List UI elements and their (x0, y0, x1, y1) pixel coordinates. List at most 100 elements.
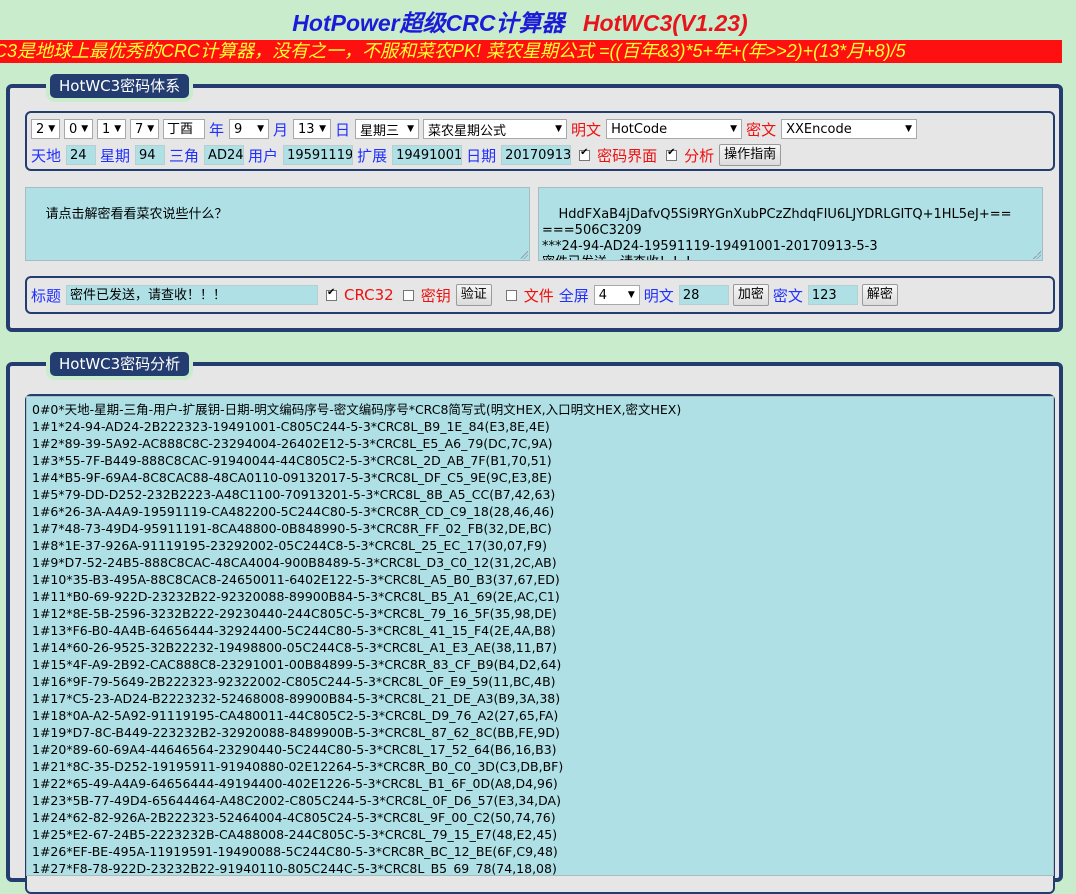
chevron-down-icon: ▼ (257, 124, 265, 134)
chevron-down-icon: ▼ (114, 124, 122, 134)
decrypt-button[interactable]: 解密 (861, 284, 898, 306)
chevron-down-icon: ▼ (319, 124, 327, 134)
analysis-line: 1#14*60-26-9525-32B22232-19498800-05C244… (32, 640, 558, 655)
resize-grip-icon[interactable] (520, 251, 528, 259)
cipher-label: 密文 (746, 120, 777, 139)
crc32-checkbox[interactable] (326, 287, 338, 301)
user-label: 用户 (248, 146, 279, 165)
sanjiao-input[interactable]: AD24 (204, 145, 245, 165)
analysis-label: 分析 (684, 146, 715, 165)
analysis-line: 0#0*天地-星期-三角-用户-扩展钥-日期-明文编码序号-密文编码序号*CRC… (32, 402, 682, 417)
analysis-line: 1#8*1E-37-926A-91119195-23292002-05C244C… (32, 538, 547, 553)
app-name: HotPower超级CRC计算器 (292, 10, 565, 36)
weekday-select[interactable]: 星期三 ▼ (355, 119, 420, 139)
key-checkbox[interactable] (402, 289, 414, 301)
plain-label: 明文 (571, 120, 602, 139)
analysis-line: 1#22*65-49-A4A9-64656444-49194400-402E12… (32, 776, 558, 791)
fullscreen-select[interactable]: 4 ▼ (593, 285, 640, 305)
analysis-line: 1#17*C5-23-AD24-B2223232-52468008-89900B… (32, 691, 561, 706)
fullscreen-label: 全屏 (558, 286, 589, 305)
plaintext-area[interactable]: 请点击解密看看菜农说些什么？ (25, 187, 530, 261)
analysis-line: 1#25*E2-67-24B5-2223232B-CA488008-244C80… (32, 827, 558, 842)
plain-length-label: 明文 (643, 286, 674, 305)
key-label: 密钥 (420, 286, 451, 305)
app-version: HotWC3(V1.23) (582, 10, 748, 36)
analysis-checkbox[interactable] (666, 147, 678, 161)
analysis-line: 1#20*89-60-69A4-44646564-23290440-5C244C… (32, 742, 557, 757)
user-input[interactable]: 19591119 (283, 145, 354, 165)
verify-button[interactable]: 验证 (455, 284, 492, 306)
subject-label: 标题 (31, 286, 62, 305)
analysis-line: 1#6*26-3A-A4A9-19591119-CA482200-5C244C8… (32, 504, 555, 519)
analysis-line: 1#23*5B-77-49D4-65644464-A48C2002-C805C2… (32, 793, 561, 808)
tiandi-label: 天地 (31, 146, 62, 165)
chevron-down-icon: ▼ (555, 124, 563, 134)
chevron-down-icon: ▼ (730, 124, 738, 134)
date-input[interactable]: 20170913 (501, 145, 572, 165)
year-digit-1-select[interactable]: 2 ▼ (31, 119, 60, 139)
analysis-line: 1#24*62-82-926A-2B222323-52464004-4C805C… (32, 810, 556, 825)
formula-select[interactable]: 菜农星期公式 ▼ (423, 119, 568, 139)
analysis-line: 1#18*0A-A2-5A92-91119195-CA480011-44C805… (32, 708, 559, 723)
encrypt-button[interactable]: 加密 (732, 284, 769, 306)
tiandi-input[interactable]: 24 (66, 145, 97, 165)
year-digit-2-select[interactable]: 0 ▼ (64, 119, 93, 139)
chevron-down-icon: ▼ (627, 290, 635, 300)
cipher-length-label: 密文 (772, 286, 803, 305)
ext-label: 扩展 (357, 146, 388, 165)
resize-grip-icon[interactable] (1033, 251, 1041, 259)
analysis-line: 1#11*B0-69-922D-23232B22-92320088-89900B… (32, 589, 560, 604)
day-label: 日 (335, 120, 351, 139)
cipher-ui-label: 密码界面 (597, 146, 658, 165)
ganzhi-field[interactable]: 丁酉 (163, 119, 205, 139)
analysis-line: 1#2*89-39-5A92-AC888C8C-23294004-26402E1… (32, 436, 553, 451)
ext-input[interactable]: 19491001 (392, 145, 463, 165)
cipher-length-input[interactable]: 123 (807, 285, 858, 305)
app-title: HotPower超级CRC计算器 HotWC3(V1.23) (0, 4, 1040, 38)
cipher-encoding-select[interactable]: XXEncode ▼ (781, 119, 918, 139)
analysis-line: 1#19*D7-8C-B449-223232B2-32920088-848990… (32, 725, 560, 740)
analysis-line: 1#5*79-DD-D252-232B2223-A48C1100-7091320… (32, 487, 556, 502)
analysis-line: 1#4*B5-9F-69A4-8C8CAC88-48CA0110-0913201… (32, 470, 553, 485)
xingqi-input[interactable]: 94 (135, 145, 166, 165)
date-label: 日期 (466, 146, 497, 165)
chevron-down-icon: ▼ (48, 124, 56, 134)
settings-group: 2 ▼ 0 ▼ 1 ▼ 7 ▼ 丁酉 年 9 ▼ 月 13 ▼ 日 星期三 ▼ 菜农星期公式 ▼… (25, 111, 1055, 171)
file-checkbox[interactable] (505, 289, 517, 301)
analysis-line: 1#12*8E-5B-2596-3232B222-29230440-244C80… (32, 606, 557, 621)
marquee-text: C3是地球上最优秀的CRC计算器，没有之一，不服和菜农PK! 菜农星期公式 =(… (0, 41, 906, 61)
analysis-line: 1#16*9F-79-5649-2B222323-92322002-C805C2… (32, 674, 556, 689)
subject-input[interactable]: 密件已发送，请查收！！！ (66, 285, 319, 305)
cipher-system-legend: HotWC3密码体系 (50, 74, 190, 98)
analysis-line: 1#27*F8-78-922D-23232B22-91940110-805C24… (32, 861, 557, 876)
file-label: 文件 (523, 286, 554, 305)
sanjiao-label: 三角 (169, 146, 200, 165)
year-label: 年 (209, 120, 225, 139)
analysis-line: 1#9*D7-52-24B5-888C8CAC-48CA4004-900B848… (32, 555, 557, 570)
chevron-down-icon: ▼ (407, 124, 415, 134)
analysis-line: 1#3*55-7F-B449-888C8CAC-91940044-44C805C… (32, 453, 552, 468)
month-select[interactable]: 9 ▼ (229, 119, 270, 139)
day-select[interactable]: 13 ▼ (293, 119, 332, 139)
plain-encoding-select[interactable]: HotCode ▼ (606, 119, 743, 139)
month-label: 月 (273, 120, 289, 139)
cipher-ui-checkbox[interactable] (579, 147, 591, 161)
analysis-line: 1#10*35-B3-495A-88C8CAC8-24650011-6402E1… (32, 572, 560, 587)
plain-length-input[interactable]: 28 (678, 285, 729, 305)
year-digit-4-select[interactable]: 7 ▼ (130, 119, 159, 139)
analysis-line: 1#26*EF-BE-495A-11919591-19490088-5C244C… (32, 844, 558, 859)
analysis-line: 1#7*48-73-49D4-95911191-8CA48800-0B84899… (32, 521, 552, 536)
marquee-banner: C3是地球上最优秀的CRC计算器，没有之一，不服和菜农PK! 菜农星期公式 =(… (0, 40, 1062, 63)
ciphertext-area[interactable]: HddFXaB4jDafvQ5Si9RYGnXubPCzZhdqFIU6LJYD… (538, 187, 1043, 261)
chevron-down-icon: ▼ (905, 124, 913, 134)
crc32-label: CRC32 (344, 286, 394, 304)
analysis-output[interactable]: 0#0*天地-星期-三角-用户-扩展钥-日期-明文编码序号-密文编码序号*CRC… (26, 396, 1054, 876)
analysis-legend: HotWC3密码分析 (50, 352, 190, 376)
analysis-line: 1#21*8C-35-D252-19195911-91940880-02E122… (32, 759, 564, 774)
analysis-line: 1#15*4F-A9-2B92-CAC888C8-23291001-00B848… (32, 657, 562, 672)
xingqi-label: 星期 (100, 146, 131, 165)
year-digit-3-select[interactable]: 1 ▼ (97, 119, 126, 139)
cipher-system-panel: HotWC3密码体系 2 ▼ 0 ▼ 1 ▼ 7 ▼ 丁酉 年 9 ▼ 月 13 ▼ 日 星… (6, 74, 1063, 332)
guide-button[interactable]: 操作指南 (719, 144, 782, 166)
chevron-down-icon: ▼ (81, 124, 89, 134)
